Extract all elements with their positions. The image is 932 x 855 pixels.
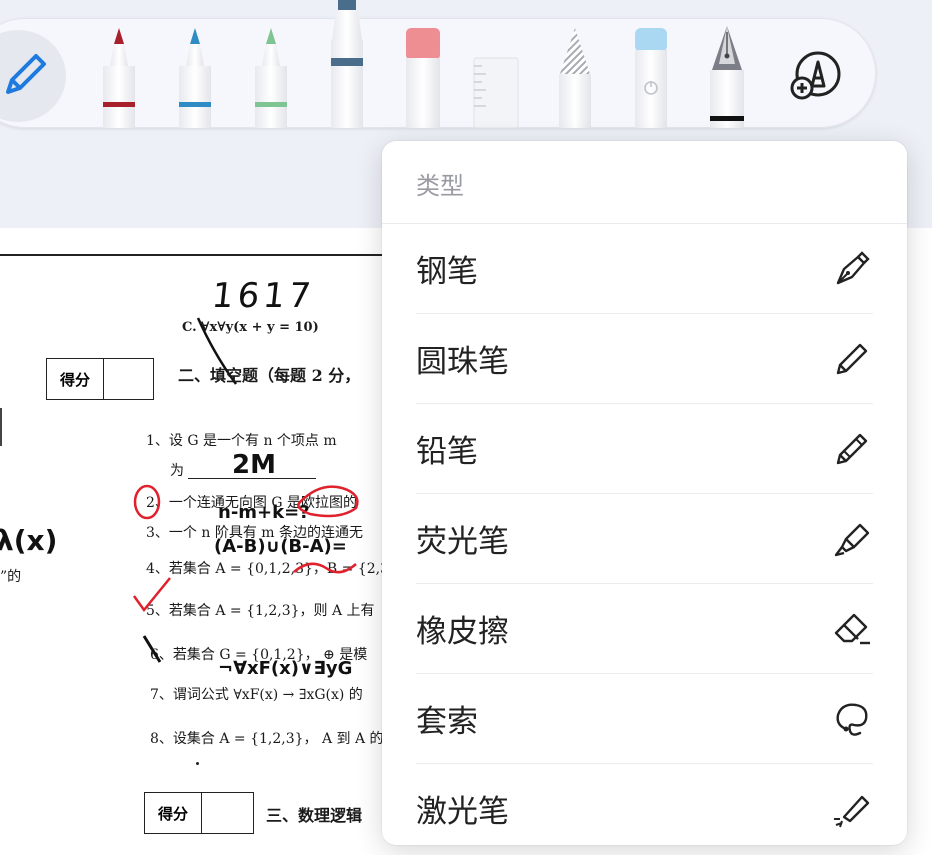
dot xyxy=(196,762,199,765)
menu-item-laser-pointer[interactable]: 激光笔 xyxy=(416,764,873,853)
highlighter-tool[interactable] xyxy=(328,0,366,128)
score-box-2: 得分 xyxy=(144,792,254,834)
menu-header: 类型 xyxy=(382,141,907,224)
pencil-icon xyxy=(6,54,46,94)
score-label: 得分 xyxy=(47,359,104,399)
add-tool-button[interactable] xyxy=(790,50,842,102)
score-box: 得分 xyxy=(46,358,154,400)
pen-tool[interactable] xyxy=(0,50,50,100)
question-1: 1、设 G 是一个有 n 个项点 m xyxy=(146,433,337,449)
eraser-icon xyxy=(831,608,873,650)
pencil-icon xyxy=(831,428,873,470)
option-c: C. ∀x∀y(x + y = 10) xyxy=(182,320,319,335)
marker-green[interactable] xyxy=(252,26,290,128)
menu-item-highlighter[interactable]: 荧光笔 xyxy=(416,494,873,584)
ruler-tool[interactable] xyxy=(472,56,520,129)
eraser-tool[interactable] xyxy=(404,26,442,128)
menu-item-label: 荧光笔 xyxy=(416,524,509,560)
menu-item-label: 橡皮擦 xyxy=(416,614,509,650)
left-bracket xyxy=(0,408,2,446)
fountain-pen-icon xyxy=(831,248,873,290)
menu-item-label: 钢笔 xyxy=(416,254,478,290)
menu-item-fountain-pen[interactable]: 钢笔 xyxy=(416,224,873,314)
menu-item-eraser[interactable]: 橡皮擦 xyxy=(416,584,873,674)
question-8: 8、设集合 A = {1,2,3}， A 到 A 的 xyxy=(150,731,384,747)
question-7: 7、谓词公式 ∀xF(x) → ∃xG(x) 的 xyxy=(150,687,363,703)
menu-item-label: 套索 xyxy=(416,704,478,740)
menu-item-lasso[interactable]: 套索 xyxy=(416,674,873,764)
section3-title: 三、数理逻辑 xyxy=(266,806,363,825)
page-top-border xyxy=(0,254,400,256)
menu-item-ballpoint-pen[interactable]: 圆珠笔 xyxy=(416,314,873,404)
black-check xyxy=(142,635,162,663)
laser-tool[interactable] xyxy=(632,26,670,128)
score-label-2: 得分 xyxy=(145,793,202,833)
pen-type-menu: 类型 钢笔 圆珠笔 铅笔 荧光笔 橡皮擦 套索 激光笔 xyxy=(382,141,907,845)
handwritten-answer-6: ¬∀xF(x)∨∃yG xyxy=(218,658,353,679)
section2-title: 二、填空题（每题 2 分， xyxy=(178,366,361,385)
marker-red[interactable] xyxy=(100,26,138,128)
pencil-tool[interactable] xyxy=(556,26,594,128)
left-fragment: ”的 xyxy=(0,569,22,585)
handwritten-left: λ(x) xyxy=(0,524,58,557)
lasso-icon xyxy=(831,698,873,740)
handwritten-number: 1617 xyxy=(209,276,317,316)
ballpoint-pen-icon xyxy=(831,338,873,380)
menu-item-label: 激光笔 xyxy=(416,794,509,830)
fountain-pen-tool[interactable] xyxy=(706,24,748,128)
handwritten-answer-1: 2M xyxy=(232,450,276,480)
menu-item-label: 圆珠笔 xyxy=(416,344,509,380)
menu-item-label: 铅笔 xyxy=(416,434,478,470)
question-1-cont: 为 xyxy=(170,463,184,479)
add-tool-icon xyxy=(790,51,841,100)
marker-blue[interactable] xyxy=(176,26,214,128)
highlighter-icon xyxy=(831,518,873,560)
red-annotations xyxy=(132,484,359,613)
menu-item-pencil[interactable]: 铅笔 xyxy=(416,404,873,494)
menu-title: 类型 xyxy=(416,172,464,200)
laser-pointer-icon xyxy=(831,788,873,830)
